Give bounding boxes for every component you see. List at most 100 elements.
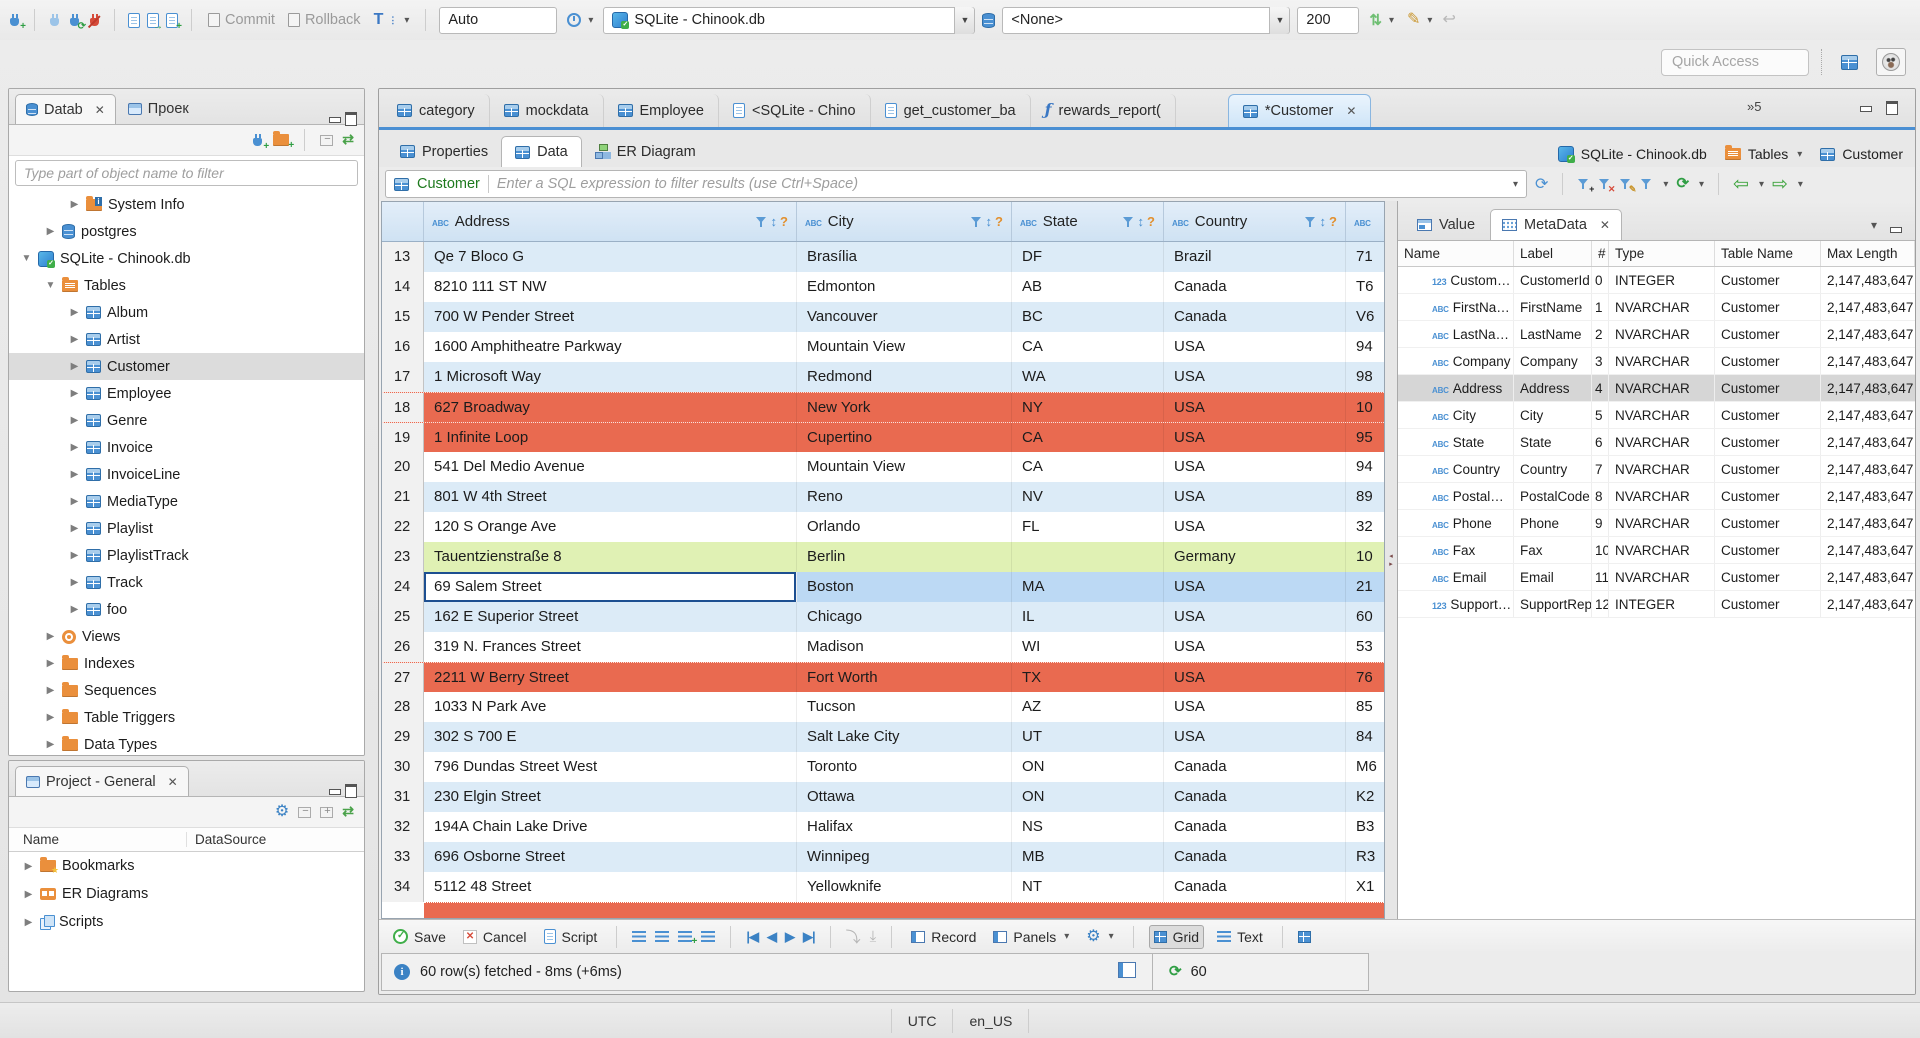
project-tree-item[interactable]: ▶ Bookmarks xyxy=(9,852,364,880)
cell-postalcode[interactable]: R3 xyxy=(1346,842,1384,872)
table-row[interactable]: 21 801 W 4th Street Reno NV USA 89 xyxy=(382,482,1384,512)
editor-tab[interactable]: rewards_report( ✕ xyxy=(1031,94,1176,127)
metadata-row[interactable]: City City 5 NVARCHAR Customer 2,147,483,… xyxy=(1398,402,1915,429)
cell-city[interactable]: Redmond xyxy=(797,362,1012,392)
expander-icon[interactable]: ▶ xyxy=(69,550,80,561)
expander-icon[interactable]: ▶ xyxy=(23,917,34,928)
row-number[interactable]: 30 xyxy=(382,752,424,782)
cell-postalcode[interactable]: 94 xyxy=(1346,452,1384,482)
cell-address[interactable]: 700 W Pender Street xyxy=(424,302,797,332)
metadata-row[interactable]: PostalCode PostalCode 8 NVARCHAR Custome… xyxy=(1398,483,1915,510)
tree-item[interactable]: ▶ Sequences xyxy=(9,677,364,704)
expander-icon[interactable]: ▶ xyxy=(69,415,80,426)
table-row[interactable]: 14 8210 111 ST NW Edmonton AB Canada T6 xyxy=(382,272,1384,302)
cell-city[interactable]: Tucson xyxy=(797,692,1012,722)
chevron-down-icon[interactable]: ▾ xyxy=(1759,179,1764,190)
metadata-row[interactable]: FirstName FirstName 1 NVARCHAR Customer … xyxy=(1398,294,1915,321)
project-tree-item[interactable]: ▶ Scripts xyxy=(9,908,364,936)
fetch-structure-button[interactable]: ⇅ ▾ xyxy=(1366,9,1397,31)
tree-item[interactable]: ▶ Employee xyxy=(9,380,364,407)
reconnect-icon[interactable]: ⟳ xyxy=(68,13,86,31)
chevron-down-icon[interactable]: ▾ xyxy=(1798,179,1803,190)
table-row[interactable]: 25 162 E Superior Street Chicago IL USA … xyxy=(382,602,1384,632)
cell-address[interactable]: 801 W 4th Street xyxy=(424,482,797,512)
cell-address[interactable]: 69 Salem Street xyxy=(424,572,797,602)
fetch-page-icon[interactable]: ⤵ xyxy=(846,926,861,947)
column-header-country[interactable]: Country xyxy=(1164,202,1346,241)
save-button[interactable]: Save xyxy=(389,926,450,948)
cell-city[interactable]: Salt Lake City xyxy=(797,722,1012,752)
row-number[interactable]: 14 xyxy=(382,272,424,302)
cell-postalcode[interactable]: T6 xyxy=(1346,272,1384,302)
sort-icon[interactable] xyxy=(1138,213,1145,230)
expander-icon[interactable]: ▶ xyxy=(23,861,34,872)
cell-city[interactable]: Halifax xyxy=(797,812,1012,842)
metadata-row[interactable]: LastName LastName 2 NVARCHAR Customer 2,… xyxy=(1398,321,1915,348)
filter-history-dropdown-icon[interactable]: ▾ xyxy=(1513,179,1518,190)
filter-icon[interactable] xyxy=(970,216,983,228)
script-button[interactable]: Script xyxy=(540,926,602,948)
new-folder-icon[interactable]: + xyxy=(273,131,294,151)
expander-icon[interactable]: ▶ xyxy=(45,712,56,723)
row-number[interactable]: 34 xyxy=(382,872,424,902)
close-icon[interactable]: ✕ xyxy=(168,775,178,789)
cell-country[interactable]: Canada xyxy=(1164,842,1346,872)
editor-tab[interactable]: Employee ✕ xyxy=(604,94,719,127)
cell-country[interactable]: USA xyxy=(1164,332,1346,362)
fetch-all-icon[interactable]: ⤓ xyxy=(870,928,877,945)
table-row[interactable]: 33 696 Osborne Street Winnipeg MB Canada… xyxy=(382,842,1384,872)
cell-state[interactable]: ON xyxy=(1012,752,1164,782)
cell-state[interactable]: MB xyxy=(1012,842,1164,872)
cell-country[interactable]: USA xyxy=(1164,452,1346,482)
cell-country[interactable]: Canada xyxy=(1164,752,1346,782)
navigator-filter-input[interactable]: Type part of object name to filter xyxy=(15,160,358,186)
column-header-type[interactable]: Type xyxy=(1609,241,1715,266)
cell-country[interactable]: Germany xyxy=(1164,542,1346,572)
cell-state[interactable]: MA xyxy=(1012,572,1164,602)
row-number[interactable]: 20 xyxy=(382,452,424,482)
tree-item[interactable]: ▼ Tables xyxy=(9,272,364,299)
database-combo[interactable]: <None> ▼ xyxy=(1002,6,1291,34)
tab-database-navigator[interactable]: Datab ✕ xyxy=(15,94,116,124)
breadcrumb-item[interactable]: SQLite - Chinook.db ▾ xyxy=(1557,146,1707,163)
cell-country[interactable]: Canada xyxy=(1164,782,1346,812)
expander-icon[interactable]: ▼ xyxy=(21,253,32,264)
expander-icon[interactable]: ▶ xyxy=(69,577,80,588)
gear-icon[interactable] xyxy=(275,803,289,821)
chevron-down-icon[interactable]: ▾ xyxy=(1699,179,1704,190)
cell-state[interactable]: TX xyxy=(1012,663,1164,692)
cell-city[interactable]: Madison xyxy=(797,632,1012,662)
cell-postalcode[interactable]: 94 xyxy=(1346,332,1384,362)
expander-icon[interactable]: ▶ xyxy=(69,334,80,345)
cell-state[interactable]: WA xyxy=(1012,362,1164,392)
tree-item[interactable]: ▶ Artist xyxy=(9,326,364,353)
result-set-icon[interactable] xyxy=(1297,930,1311,943)
table-row[interactable]: 31 230 Elgin Street Ottawa ON Canada K2 xyxy=(382,782,1384,812)
table-row[interactable]: 22 120 S Orange Ave Orlando FL USA 32 xyxy=(382,512,1384,542)
cell-country[interactable]: USA xyxy=(1164,393,1346,422)
cell-postalcode[interactable]: 60 xyxy=(1346,602,1384,632)
cell-country[interactable]: USA xyxy=(1164,602,1346,632)
metadata-row[interactable]: SupportRepId SupportRepId 12 INTEGER Cus… xyxy=(1398,591,1915,618)
connection-dropdown-button[interactable]: ▼ xyxy=(954,6,975,34)
cell-state[interactable]: CA xyxy=(1012,332,1164,362)
cell-state[interactable]: NY xyxy=(1012,393,1164,422)
row-number[interactable]: 26 xyxy=(382,632,424,662)
metadata-row[interactable]: Company Company 3 NVARCHAR Customer 2,14… xyxy=(1398,348,1915,375)
filter-icon[interactable] xyxy=(1304,216,1317,228)
cell-postalcode[interactable]: K2 xyxy=(1346,782,1384,812)
row-number[interactable]: 25 xyxy=(382,602,424,632)
expander-icon[interactable]: ▶ xyxy=(69,523,80,534)
tree-item[interactable]: ▶ Table Triggers xyxy=(9,704,364,731)
editor-subtab[interactable]: ER Diagram xyxy=(582,136,709,167)
cell-country[interactable]: USA xyxy=(1164,632,1346,662)
tree-item[interactable]: ▶ postgres xyxy=(9,218,364,245)
cell-postalcode[interactable]: 89 xyxy=(1346,482,1384,512)
cell-city[interactable]: Ottawa xyxy=(797,782,1012,812)
cell-country[interactable]: USA xyxy=(1164,482,1346,512)
cell-postalcode[interactable]: B3 xyxy=(1346,812,1384,842)
minimize-icon[interactable] xyxy=(328,112,342,124)
cell-postalcode[interactable]: 10 xyxy=(1346,393,1384,422)
connection-combo[interactable]: SQLite - Chinook.db ▼ xyxy=(603,6,976,34)
cancel-button[interactable]: Cancel xyxy=(459,926,531,948)
